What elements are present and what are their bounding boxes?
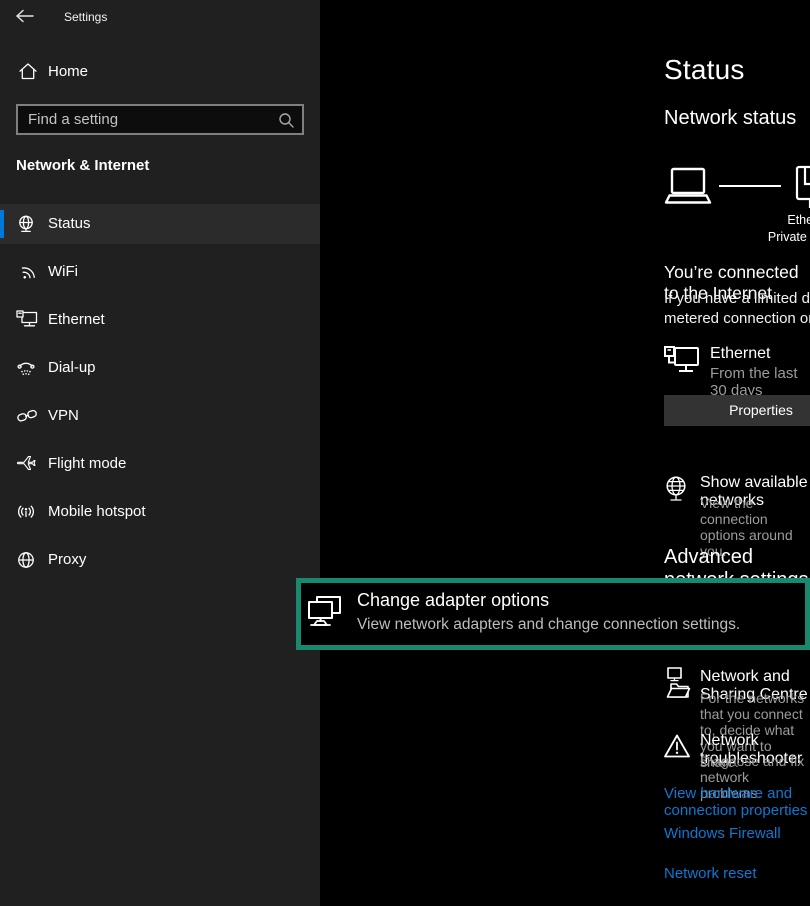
- sidebar-item-home[interactable]: Home: [0, 58, 320, 88]
- metered-connection-description: If you have a limited data plan, you can…: [664, 289, 810, 329]
- airplane-icon: [16, 454, 38, 474]
- search-box: [16, 104, 304, 135]
- sharing-centre-icon: [662, 666, 692, 702]
- sidebar-item-ethernet[interactable]: Ethernet: [0, 300, 320, 340]
- ethernet-plug-icon: [794, 165, 810, 211]
- sidebar: Settings Home Network & Internet: [0, 0, 320, 906]
- available-networks-globe-icon: [664, 475, 688, 503]
- diagram-network-type: Private network: [720, 230, 810, 244]
- usage-adapter-name: Ethernet: [710, 345, 770, 363]
- ethernet-icon: [16, 310, 38, 330]
- selected-indicator: [0, 210, 4, 238]
- status-globe-icon: [16, 214, 38, 234]
- network-status-heading: Network status: [664, 107, 796, 130]
- search-input[interactable]: [18, 106, 302, 133]
- wifi-icon: [16, 262, 38, 282]
- dialup-phone-icon: [16, 358, 38, 378]
- ethernet-adapter-icon: [664, 346, 700, 378]
- change-adapter-options-title: Change adapter options: [357, 590, 549, 611]
- hotspot-icon: [16, 502, 38, 522]
- app-title: Settings: [64, 10, 107, 24]
- sidebar-item-wifi[interactable]: WiFi: [0, 252, 320, 292]
- usage-period: From the last 30 days: [710, 365, 810, 399]
- sidebar-item-vpn[interactable]: VPN: [0, 396, 320, 436]
- home-label: Home: [48, 63, 88, 80]
- link-network-reset[interactable]: Network reset: [664, 865, 757, 882]
- sidebar-item-flight-mode[interactable]: Flight mode: [0, 444, 320, 484]
- sidebar-item-status[interactable]: Status: [0, 204, 320, 244]
- properties-button[interactable]: Properties: [664, 395, 810, 426]
- vpn-icon: [16, 406, 38, 426]
- adapter-options-icon: [307, 595, 343, 631]
- sidebar-item-proxy[interactable]: Proxy: [0, 540, 320, 580]
- proxy-globe-icon: [16, 550, 38, 570]
- warning-triangle-icon: [663, 733, 691, 759]
- page-title: Status: [664, 54, 745, 86]
- search-icon: [278, 112, 295, 129]
- sidebar-item-mobile-hotspot[interactable]: Mobile hotspot: [0, 492, 320, 532]
- link-view-hardware-properties[interactable]: View hardware and connection properties: [664, 785, 810, 819]
- link-windows-firewall[interactable]: Windows Firewall: [664, 825, 781, 842]
- main-content: Status Network status: [320, 0, 810, 906]
- back-button[interactable]: [14, 8, 36, 24]
- change-adapter-options-row[interactable]: Change adapter options View network adap…: [296, 578, 810, 650]
- back-arrow-icon: [14, 8, 36, 24]
- home-icon: [18, 62, 38, 81]
- change-adapter-options-subtitle: View network adapters and change connect…: [357, 616, 740, 634]
- sidebar-section-title: Network & Internet: [16, 157, 149, 174]
- connection-line: [719, 185, 781, 187]
- laptop-icon: [663, 166, 713, 206]
- diagram-connection-name: Ethernet: [720, 213, 810, 227]
- sidebar-item-dialup[interactable]: Dial-up: [0, 348, 320, 388]
